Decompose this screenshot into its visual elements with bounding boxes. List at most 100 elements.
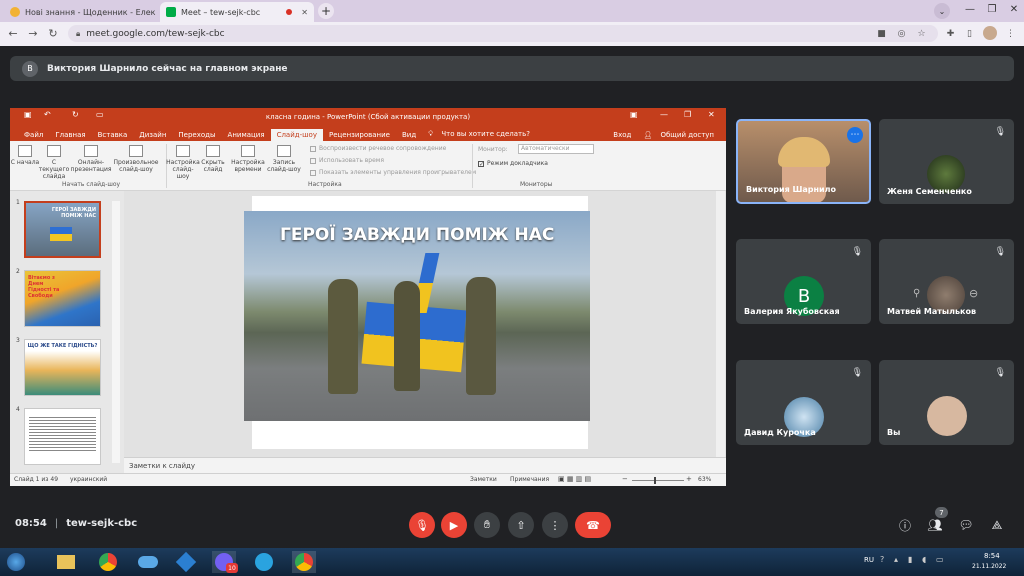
checkbox-use-timings[interactable]: Использовать время	[310, 157, 384, 164]
ribbon-custom-show-button[interactable]: Произвольное слайд-шоу	[114, 145, 158, 173]
ppt-close-icon[interactable]: ✕	[708, 110, 715, 119]
telegram-icon[interactable]	[252, 551, 276, 573]
ribbon-hide-slide-button[interactable]: Скрыть слайд	[200, 145, 226, 173]
file-explorer-icon[interactable]	[54, 551, 78, 573]
ppt-restore-icon[interactable]: ❐	[684, 110, 691, 119]
side-panel-icon[interactable]: ▯	[963, 27, 976, 40]
comments-toggle-button[interactable]: Примечания	[510, 476, 549, 483]
chat-icon[interactable]: 💬︎	[957, 516, 975, 534]
slide-thumbnail-2[interactable]: Вітаємо з Днем Гідності та Свободи	[24, 270, 101, 327]
ppt-ribbon-options-icon[interactable]: ▣	[630, 110, 638, 119]
slide-scrollbar[interactable]	[716, 191, 725, 457]
cloud-app-icon[interactable]	[136, 551, 160, 573]
ppt-tab-slideshow[interactable]: Слайд-шоу	[270, 129, 323, 141]
close-window-icon[interactable]: ✕	[1002, 0, 1024, 18]
ppt-tab-review[interactable]: Рецензирование	[323, 129, 396, 141]
chrome-profile-avatar[interactable]	[983, 26, 997, 40]
location-icon[interactable]: ◎	[895, 27, 908, 40]
clock-date[interactable]: 21.11.2022	[972, 563, 1006, 570]
zoom-in-icon[interactable]: +	[686, 475, 692, 483]
ribbon-timings-button[interactable]: Настройка времени	[230, 145, 266, 173]
more-options-button[interactable]: ⋮	[542, 512, 568, 538]
ribbon-record-button[interactable]: Запись слайд-шоу	[266, 145, 302, 173]
address-bar[interactable]: 🔒︎ meet.google.com/tew-sejk-cbc	[68, 25, 938, 42]
volume-tray-icon[interactable]: ◖	[922, 555, 926, 564]
checkbox-show-controls[interactable]: Показать элементы управления проигрывате…	[310, 169, 476, 176]
ppt-tab-transitions[interactable]: Переходы	[172, 129, 221, 141]
zoom-slider-thumb[interactable]	[654, 477, 656, 484]
monitor-select[interactable]: Автоматически	[518, 144, 594, 154]
back-arrow-icon[interactable]: ←	[6, 26, 20, 40]
ppt-tab-animation[interactable]: Анимация	[222, 129, 271, 141]
ppt-tab-design[interactable]: Дизайн	[133, 129, 172, 141]
help-icon[interactable]: ?	[880, 555, 884, 564]
ppt-share-button[interactable]: 👤︎ Общий доступ	[637, 129, 726, 141]
participant-tile-4[interactable]: 🎙︎ ⚲ ⊖ Матвей Матыльков	[879, 239, 1014, 324]
slide-thumbnail-4[interactable]	[24, 408, 101, 465]
checkbox-narration[interactable]: Воспроизвести речевое сопровождение	[310, 145, 446, 152]
new-tab-button[interactable]: +	[318, 3, 334, 19]
bookmark-star-icon[interactable]: ☆	[915, 27, 928, 40]
ribbon-from-current-button[interactable]: С текущего слайда	[38, 145, 70, 180]
extensions-icon[interactable]: ✚	[944, 27, 957, 40]
participant-tile-2[interactable]: 🎙︎ Женя Семенченко	[879, 119, 1014, 204]
chrome-active-icon[interactable]	[292, 551, 316, 573]
zoom-out-icon[interactable]: −	[622, 475, 628, 483]
ppt-tab-view[interactable]: Вид	[396, 129, 422, 141]
ppt-tell-me[interactable]: 💡︎ Что вы хотите сделать?	[422, 128, 542, 141]
participant-tile-5[interactable]: 🎙︎ Давид Курочка	[736, 360, 871, 445]
browser-tab-diary[interactable]: Нові знання - Щоденник - Елек ✕	[4, 2, 156, 22]
input-language[interactable]: RU	[864, 556, 874, 564]
network-app-icon[interactable]	[174, 551, 198, 573]
chrome-menu-icon[interactable]: ⋮	[1004, 27, 1017, 40]
clock-time[interactable]: 8:54	[984, 552, 1000, 560]
close-tab-icon[interactable]: ✕	[301, 8, 308, 17]
camera-in-use-icon[interactable]: ■	[875, 27, 888, 40]
network-tray-icon[interactable]: ▮	[908, 555, 912, 564]
battery-tray-icon[interactable]: ▭	[936, 555, 944, 564]
participant-tile-6[interactable]: 🎙︎ Вы	[879, 360, 1014, 445]
maximize-window-icon[interactable]: ❐	[980, 0, 1004, 18]
people-icon[interactable]: 👥︎	[926, 516, 944, 534]
ppt-minimize-icon[interactable]: —	[660, 110, 668, 119]
forward-arrow-icon[interactable]: →	[26, 26, 40, 40]
zoom-level[interactable]: 63%	[698, 476, 711, 483]
ppt-save-icon[interactable]: ▣	[24, 110, 32, 119]
participant-tile-1[interactable]: ⋯ Виктория Шарнило	[736, 119, 871, 204]
slide-thumbnail-3[interactable]: ЩО ЖЕ ТАКЕ ГІДНІСТЬ?	[24, 339, 101, 396]
notes-toggle-button[interactable]: Заметки	[470, 476, 497, 483]
ppt-redo-icon[interactable]: ↻	[72, 110, 79, 119]
ribbon-from-start-button[interactable]: С начала	[10, 145, 40, 166]
zoom-slider[interactable]	[632, 480, 684, 481]
ribbon-setup-button[interactable]: Настройка слайд-шоу	[166, 145, 200, 180]
tray-arrow-icon[interactable]: ▴	[894, 555, 898, 564]
tile-more-options-icon[interactable]: ⋯	[847, 127, 863, 143]
view-buttons-icon[interactable]: ▣ ▦ ▥ ▤	[558, 475, 591, 483]
mic-toggle-button[interactable]: 🎙︎	[409, 512, 435, 538]
ppt-login[interactable]: Вход	[607, 129, 637, 141]
leave-call-button[interactable]: ☎︎	[575, 512, 611, 538]
windows-start-icon[interactable]	[4, 551, 28, 573]
browser-tab-meet[interactable]: Meet – tew-sejk-cbc ✕	[160, 2, 314, 22]
participant-tile-3[interactable]: 🎙︎ В Валерия Якубовская	[736, 239, 871, 324]
tab-search-icon[interactable]: ⌄	[934, 3, 950, 19]
chrome-taskbar-icon[interactable]	[96, 551, 120, 573]
ppt-start-show-icon[interactable]: ▭	[96, 110, 104, 119]
ppt-undo-icon[interactable]: ↶	[44, 110, 51, 119]
thumb-scrollbar[interactable]	[112, 201, 120, 463]
raise-hand-button[interactable]: ✋︎	[474, 512, 500, 538]
checkbox-presenter-view[interactable]: ✓ Режим докладчика	[478, 160, 548, 167]
present-screen-button[interactable]: ⇧	[508, 512, 534, 538]
pin-icon[interactable]: ⚲	[913, 288, 920, 299]
ppt-tab-insert[interactable]: Вставка	[92, 129, 134, 141]
reload-icon[interactable]: ↻	[46, 26, 60, 40]
camera-toggle-button[interactable]: ▶︎	[441, 512, 467, 538]
slide-thumbnail-1[interactable]: ГЕРОЇ ЗАВЖДИ ПОМІЖ НАС	[24, 201, 101, 258]
minimize-window-icon[interactable]: —	[958, 0, 982, 18]
ribbon-online-button[interactable]: Онлайн-презентация	[71, 145, 112, 173]
notes-bar[interactable]: Заметки к слайду	[124, 457, 726, 473]
activities-icon[interactable]: ⟁	[988, 516, 1006, 534]
remove-icon[interactable]: ⊖	[969, 287, 978, 300]
meeting-details-icon[interactable]: ⓘ	[896, 516, 914, 534]
ppt-tab-file[interactable]: Файл	[18, 129, 49, 141]
